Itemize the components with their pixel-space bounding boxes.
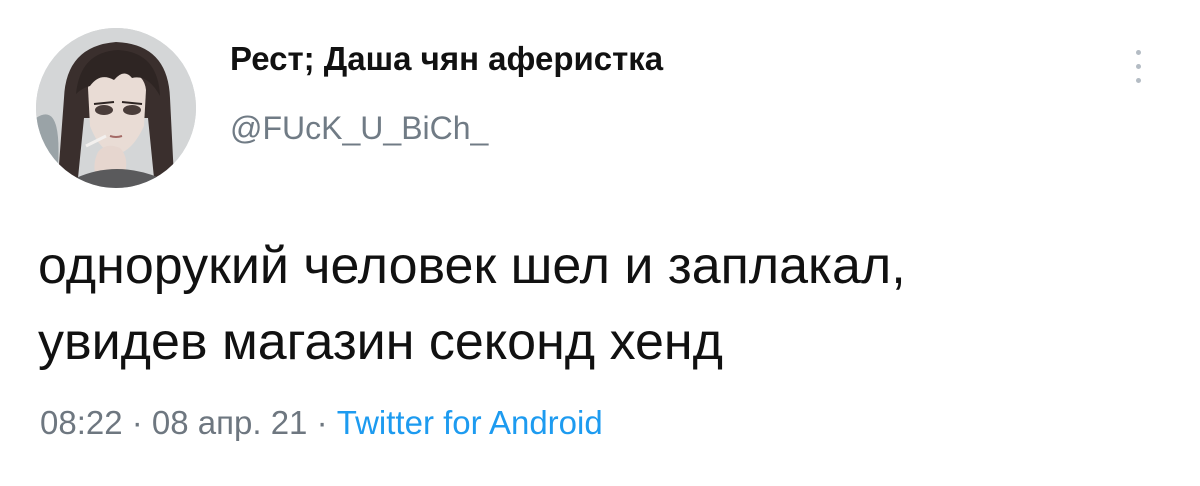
tweet-text-line: однорукий человек шел и заплакал, — [38, 237, 906, 295]
meta-separator: · — [307, 404, 337, 441]
tweet-source-link[interactable]: Twitter for Android — [337, 404, 603, 441]
tweet-date: 08 апр. 21 — [151, 404, 308, 441]
tweet-card: Рест; Даша чян аферистка @FUcK_U_BiCh_ о… — [0, 0, 1200, 486]
avatar-anime-girl-illustration — [36, 28, 196, 188]
tweet-text-line: увидев магазин секонд хенд — [38, 313, 723, 371]
tweet-time: 08:22 — [40, 404, 123, 441]
vertical-dots-icon — [1136, 78, 1141, 83]
tweet-meta: 08:22 · 08 апр. 21 · Twitter for Android — [40, 404, 603, 442]
more-options-button[interactable] — [1124, 44, 1154, 94]
display-name[interactable]: Рест; Даша чян аферистка — [230, 40, 663, 78]
user-avatar[interactable] — [36, 28, 196, 188]
vertical-dots-icon — [1136, 50, 1141, 55]
user-handle[interactable]: @FUcK_U_BiCh_ — [230, 110, 488, 147]
meta-separator: · — [122, 404, 152, 441]
vertical-dots-icon — [1136, 64, 1141, 69]
tweet-text: однорукий человек шел и заплакал, увидев… — [38, 228, 1168, 380]
